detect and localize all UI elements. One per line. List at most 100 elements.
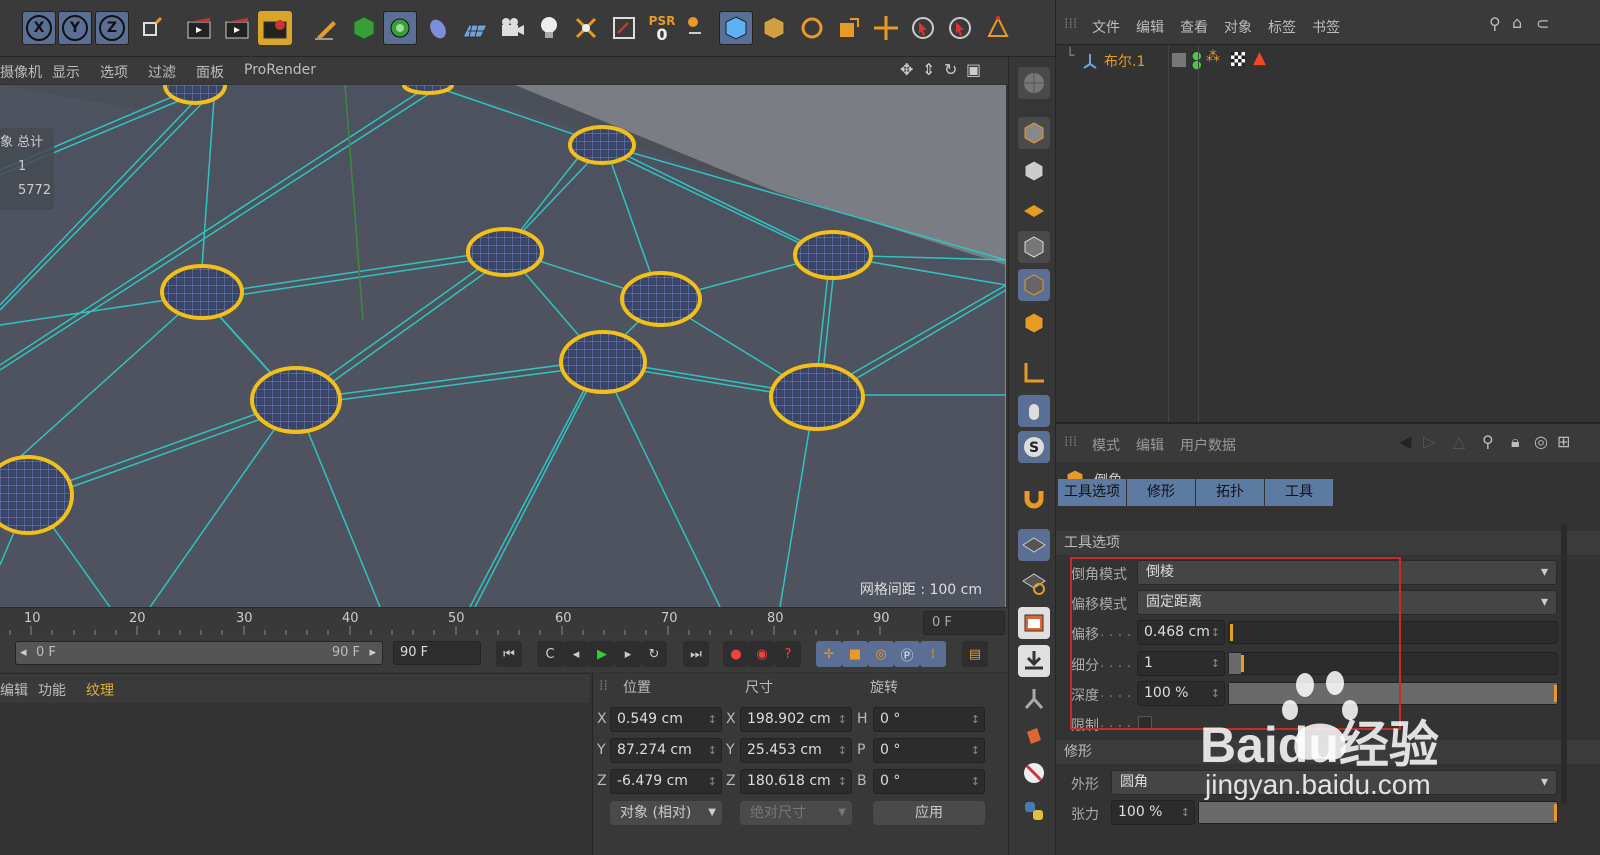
model-mode-button[interactable] (719, 11, 753, 45)
disable-button[interactable] (1018, 757, 1050, 789)
joint-button[interactable] (1018, 683, 1050, 715)
current-frame-field[interactable]: 0 F (923, 611, 1005, 635)
coordinate-system-button[interactable] (134, 11, 168, 45)
subdivision-button[interactable] (383, 11, 417, 45)
om-menu-edit[interactable]: 编辑 (1136, 17, 1164, 37)
pos-z-field[interactable]: -6.479 cm (610, 769, 722, 794)
key-scale-button[interactable]: ■ (842, 641, 868, 667)
material-menu-texture[interactable]: 纹理 (86, 680, 114, 700)
spline-button[interactable] (421, 11, 455, 45)
camera-button[interactable] (495, 11, 529, 45)
filter-icon[interactable]: ⊂ (1536, 14, 1549, 33)
om-menu-tags[interactable]: 标签 (1268, 17, 1296, 37)
material-menu-edit[interactable]: 编辑 (0, 680, 28, 700)
prev-key-button[interactable]: C (537, 641, 563, 667)
tweak-button[interactable] (1018, 395, 1050, 427)
goto-end-button[interactable]: ⏭ (683, 641, 709, 667)
menu-panel[interactable]: 面板 (196, 62, 224, 82)
rot-h-field[interactable]: 0 ° (873, 707, 985, 732)
axis-modification-button[interactable] (682, 11, 716, 45)
layer-icon[interactable] (1172, 53, 1186, 67)
texture-button[interactable] (1018, 155, 1050, 187)
viewport-maximize-icon[interactable]: ▣ (966, 60, 981, 79)
render-view-button[interactable] (182, 11, 216, 45)
size-y-field[interactable]: 25.453 cm (740, 738, 852, 763)
planar-workplane-button[interactable] (1018, 567, 1050, 599)
object-name[interactable]: 布尔.1 (1104, 51, 1145, 71)
menu-display[interactable]: 显示 (52, 62, 80, 82)
am-menu-userdata[interactable]: 用户数据 (1180, 435, 1236, 455)
tension-field[interactable]: 100 % (1111, 800, 1195, 825)
psr-button[interactable]: PSR 0 (645, 11, 679, 45)
z-axis-lock-button[interactable]: Z (95, 11, 129, 45)
viewport-rotate-icon[interactable]: ↻ (944, 60, 957, 79)
viewport-dolly-icon[interactable]: ⇕ (922, 60, 935, 79)
lock-icon[interactable]: 🔒︎ (1511, 432, 1520, 452)
tab-tool-options[interactable]: 工具选项 (1058, 479, 1126, 506)
back-arrow-icon[interactable]: ◀ (1399, 432, 1411, 451)
phong-tag-icon[interactable]: ▲ (1253, 48, 1266, 68)
render-region-button[interactable] (1018, 607, 1050, 639)
prev-frame-button[interactable]: ◂ (563, 641, 589, 667)
rot-p-field[interactable]: 0 ° (873, 738, 985, 763)
menu-camera[interactable]: 摄像机 (0, 62, 42, 82)
tab-shaping[interactable]: 修形 (1127, 479, 1195, 506)
tag-dots-icon[interactable]: ⁂ (1206, 49, 1220, 65)
om-menu-view[interactable]: 查看 (1180, 17, 1208, 37)
move-tool-button[interactable] (869, 11, 903, 45)
timeline-button[interactable]: ▤ (962, 641, 988, 667)
make-editable-button[interactable] (1018, 117, 1050, 149)
key-pla-button[interactable]: ⁞ (920, 641, 946, 667)
forward-arrow-icon[interactable]: ▷ (1423, 432, 1435, 451)
texture-mode-button[interactable] (757, 11, 791, 45)
key-rotation-button[interactable]: ◎ (868, 641, 894, 667)
scene-floor-button[interactable] (458, 11, 492, 45)
om-menu-bookmarks[interactable]: 书签 (1312, 17, 1340, 37)
end-frame-field[interactable]: 90 F (393, 641, 481, 665)
light-button[interactable] (532, 11, 566, 45)
key-position-button[interactable]: ✛ (816, 641, 842, 667)
paint-button[interactable] (1018, 721, 1050, 753)
goto-start-button[interactable]: ⏮ (496, 641, 522, 667)
om-menu-file[interactable]: 文件 (1092, 17, 1120, 37)
texture-tag-icon[interactable] (1231, 52, 1245, 66)
axis-button[interactable] (1018, 357, 1050, 389)
next-frame-button[interactable]: ▸ (615, 641, 641, 667)
select-tool-button[interactable] (906, 11, 940, 45)
menu-filter[interactable]: 过滤 (148, 62, 176, 82)
material-area[interactable] (0, 703, 590, 855)
record-button[interactable]: ● (723, 641, 749, 667)
autokey-button[interactable]: ◉ (749, 641, 775, 667)
y-axis-lock-button[interactable]: Y (58, 11, 92, 45)
polygon-pen-button[interactable] (981, 11, 1015, 45)
target-icon[interactable]: ◎ (1534, 432, 1548, 451)
points-mode-button[interactable] (1018, 231, 1050, 263)
up-arrow-icon[interactable]: △ (1453, 432, 1465, 451)
object-cube-button[interactable] (347, 11, 381, 45)
sketch-tool-button[interactable] (309, 11, 343, 45)
new-panel-icon[interactable]: ⊞ (1557, 432, 1570, 451)
scale-tool-button[interactable] (832, 11, 866, 45)
workplane-button[interactable] (1018, 193, 1050, 225)
viewport-move-icon[interactable]: ✥ (900, 60, 913, 79)
select-arrow-button[interactable] (943, 11, 977, 45)
viewport-solo-button[interactable] (1018, 67, 1050, 99)
am-menu-mode[interactable]: 模式 (1092, 435, 1120, 455)
key-param-button[interactable]: Ⓟ (894, 641, 920, 667)
menu-prorender[interactable]: ProRender (244, 62, 316, 78)
next-key-button[interactable]: ↻ (641, 641, 667, 667)
keyframe-selection-button[interactable]: ? (775, 641, 801, 667)
apply-button[interactable]: 应用 (873, 801, 985, 825)
pos-y-field[interactable]: 87.274 cm (610, 738, 722, 763)
menu-options[interactable]: 选项 (100, 62, 128, 82)
polygons-mode-button[interactable] (1018, 307, 1050, 339)
search-icon[interactable]: ⚲ (1489, 14, 1501, 33)
rot-b-field[interactable]: 0 ° (873, 769, 985, 794)
render-settings-button[interactable] (258, 11, 292, 45)
timeline-ruler[interactable]: 10 20 30 40 50 60 70 80 90 (0, 607, 1008, 636)
rotate-tool-button[interactable] (795, 11, 829, 45)
python-button[interactable] (1018, 795, 1050, 827)
snap-button[interactable] (1018, 482, 1050, 514)
home-icon[interactable]: ⌂ (1512, 13, 1522, 32)
size-mode-dropdown[interactable]: 绝对尺寸 ▼ (740, 801, 852, 825)
